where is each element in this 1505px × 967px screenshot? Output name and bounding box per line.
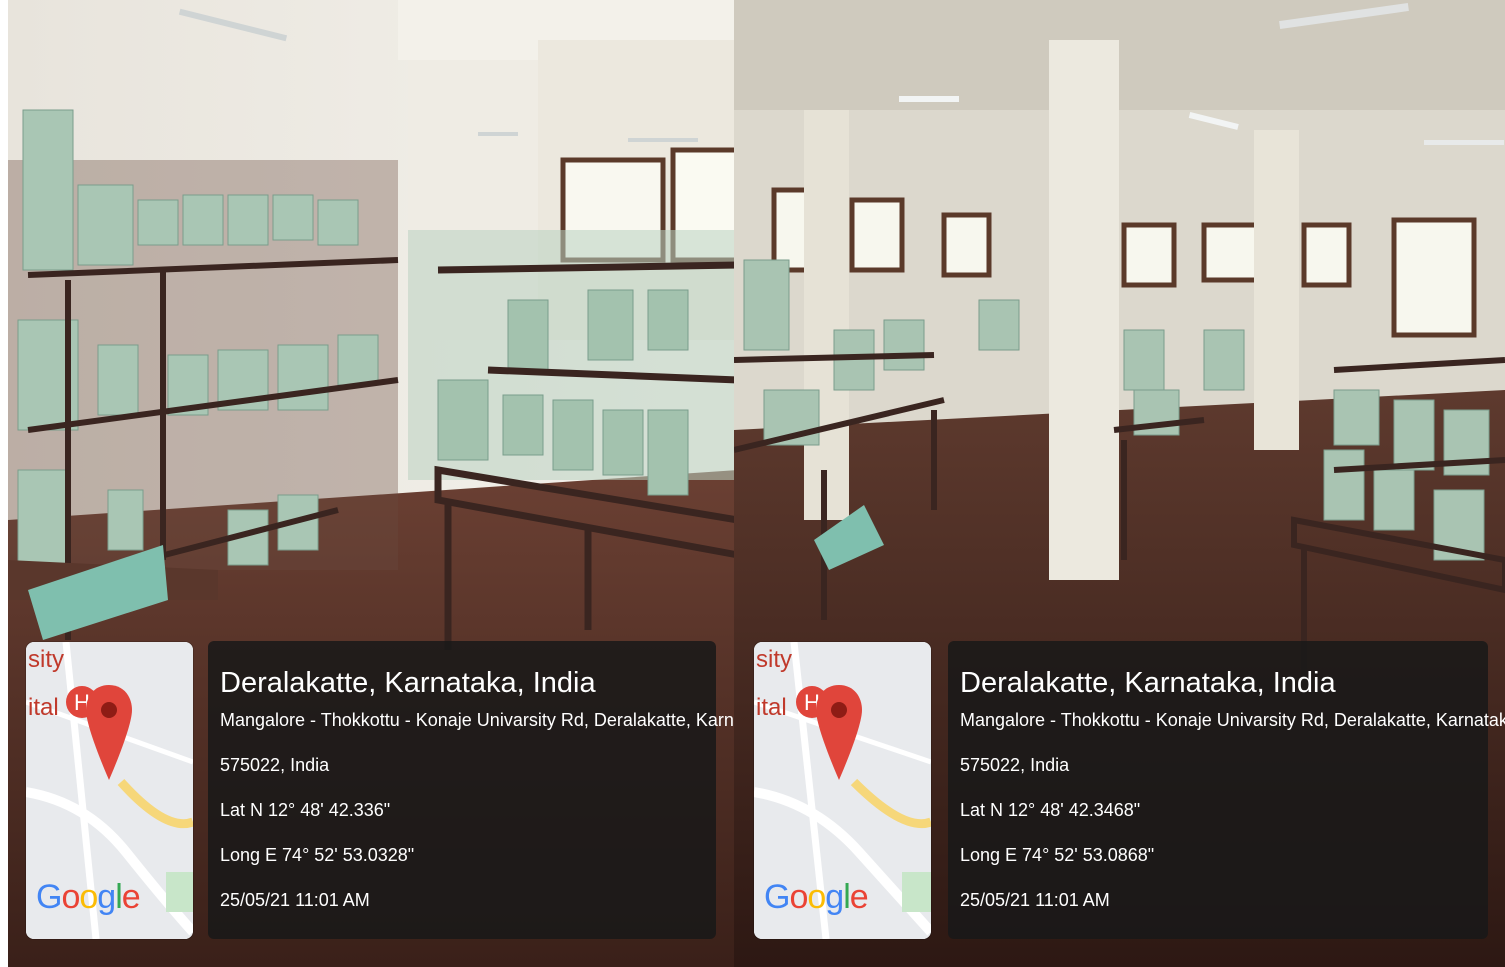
address-line-2: 575022, India	[960, 755, 1070, 775]
location-info-card: Deralakatte, Karnataka, India Mangalore …	[948, 641, 1505, 939]
map-pin-icon: H	[66, 685, 132, 780]
timestamp: 25/05/21 11:01 AM	[960, 890, 1110, 910]
map-label-bottom: ital	[28, 694, 59, 721]
address-line-1: Mangalore - Thokkottu - Konaje Univarsit…	[220, 710, 738, 730]
location-title: Deralakatte, Karnataka, India	[220, 667, 596, 699]
location-info-card: Deralakatte, Karnataka, India Mangalore …	[208, 641, 738, 939]
museum-photo-right: sity ital H Google Deralakatte, Karnatak…	[734, 0, 1505, 967]
map-label-top: sity	[756, 646, 792, 673]
address-line-2: 575022, India	[220, 755, 330, 775]
longitude: Long E 74° 52' 53.0328"	[220, 845, 415, 865]
google-logo: Google	[764, 878, 869, 916]
location-title: Deralakatte, Karnataka, India	[960, 667, 1336, 699]
map-pin-icon: H	[796, 685, 862, 780]
map-label-top: sity	[28, 646, 64, 673]
map-thumbnail: sity ital H Google	[26, 642, 193, 939]
google-logo: Google	[36, 878, 141, 916]
map-label-bottom: ital	[756, 694, 787, 721]
longitude: Long E 74° 52' 53.0868"	[960, 845, 1155, 865]
latitude: Lat N 12° 48' 42.3468"	[960, 800, 1141, 820]
address-line-1: Mangalore - Thokkottu - Konaje Univarsit…	[960, 710, 1505, 730]
museum-photo-left: sity ital H Google Deralakatte, Karnatak…	[8, 0, 738, 967]
latitude: Lat N 12° 48' 42.336"	[220, 800, 391, 820]
timestamp: 25/05/21 11:01 AM	[220, 890, 370, 910]
map-thumbnail: sity ital H Google	[754, 642, 931, 939]
